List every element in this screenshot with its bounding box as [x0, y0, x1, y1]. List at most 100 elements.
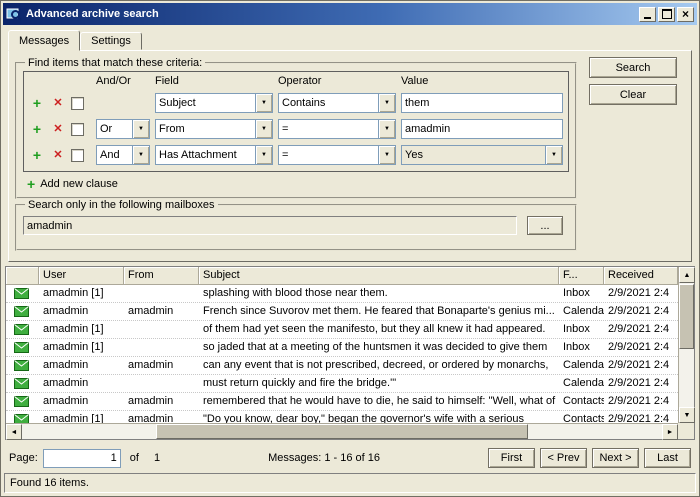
- chevron-down-icon[interactable]: ▼: [545, 146, 562, 164]
- field-select[interactable]: Subject ▼: [155, 93, 273, 113]
- column-header-operator: Operator: [278, 75, 396, 87]
- cell-from: [124, 375, 199, 392]
- and-or-select[interactable]: And ▼: [96, 145, 150, 165]
- clear-button[interactable]: Clear: [589, 84, 677, 105]
- chevron-down-icon[interactable]: ▼: [255, 120, 272, 138]
- field-select-value: Has Attachment: [156, 146, 255, 164]
- first-page-button[interactable]: First: [488, 448, 535, 468]
- scroll-right-icon: ►: [667, 429, 674, 436]
- field-select[interactable]: Has Attachment ▼: [155, 145, 273, 165]
- remove-row-icon[interactable]: ✕: [50, 122, 66, 136]
- cell-subject: so jaded that at a meeting of the huntsm…: [199, 339, 559, 356]
- column-header-user[interactable]: User: [39, 267, 124, 285]
- chevron-down-icon[interactable]: ▼: [132, 120, 149, 138]
- table-row[interactable]: amadmin [1] so jaded that at a meeting o…: [6, 339, 678, 357]
- chevron-down-icon[interactable]: ▼: [255, 94, 272, 112]
- cell-subject: French since Suvorov met them. He feared…: [199, 303, 559, 320]
- operator-select-value: Contains: [279, 94, 378, 112]
- cell-from: amadmin: [124, 393, 199, 410]
- and-or-select[interactable]: Or ▼: [96, 119, 150, 139]
- column-header-value: Value: [401, 75, 563, 87]
- tab-messages[interactable]: Messages: [8, 30, 80, 51]
- cell-from: [124, 285, 199, 302]
- mailboxes-input[interactable]: [23, 216, 517, 235]
- table-row[interactable]: amadmin [1] of them had yet seen the man…: [6, 321, 678, 339]
- messages-tab-panel: Find items that match these criteria: An…: [8, 50, 692, 262]
- column-header-icon[interactable]: [6, 267, 39, 285]
- table-row[interactable]: amadmin [1] amadmin "Do you know, dear b…: [6, 411, 678, 423]
- column-header-subject[interactable]: Subject: [199, 267, 559, 285]
- horizontal-scroll-track[interactable]: [22, 424, 662, 439]
- cell-subject: remembered that he would have to die, he…: [199, 393, 559, 410]
- field-select[interactable]: From ▼: [155, 119, 273, 139]
- tab-settings[interactable]: Settings: [80, 32, 142, 50]
- chevron-down-icon[interactable]: ▼: [255, 146, 272, 164]
- minimize-button[interactable]: [639, 7, 656, 22]
- operator-select[interactable]: = ▼: [278, 119, 396, 139]
- prev-page-button[interactable]: < Prev: [540, 448, 587, 468]
- column-header-field: Field: [155, 75, 273, 87]
- browse-mailboxes-button[interactable]: ...: [527, 216, 563, 235]
- value-select-disabled[interactable]: Yes ▼: [401, 145, 563, 165]
- cell-folder: Inbox: [559, 339, 604, 356]
- cell-folder: Inbox: [559, 285, 604, 302]
- maximize-icon: [662, 9, 672, 19]
- cell-subject: of them had yet seen the manifesto, but …: [199, 321, 559, 338]
- remove-row-icon[interactable]: ✕: [50, 96, 66, 110]
- cell-subject: "Do you know, dear boy," began the gover…: [199, 411, 559, 423]
- scroll-down-button[interactable]: ▼: [679, 407, 695, 423]
- envelope-icon: [6, 303, 39, 320]
- remove-row-icon[interactable]: ✕: [50, 148, 66, 162]
- cell-user: amadmin: [39, 375, 124, 392]
- results-content: User From Subject F... Received amadmin …: [6, 267, 678, 423]
- cell-user: amadmin: [39, 393, 124, 410]
- chevron-down-icon[interactable]: ▼: [378, 146, 395, 164]
- chevron-down-icon[interactable]: ▼: [132, 146, 149, 164]
- next-page-button[interactable]: Next >: [592, 448, 639, 468]
- table-row[interactable]: amadmin amadmin can any event that is no…: [6, 357, 678, 375]
- table-row[interactable]: amadmin amadmin French since Suvorov met…: [6, 303, 678, 321]
- scroll-right-button[interactable]: ►: [662, 424, 678, 440]
- table-row[interactable]: amadmin [1] splashing with blood those n…: [6, 285, 678, 303]
- horizontal-scrollbar[interactable]: ◄ ►: [6, 423, 678, 439]
- vertical-scroll-track[interactable]: [679, 283, 694, 407]
- add-row-icon[interactable]: +: [29, 96, 45, 110]
- column-header-received[interactable]: Received: [604, 267, 678, 285]
- results-header-row: User From Subject F... Received: [6, 267, 678, 285]
- page-number-input[interactable]: [43, 449, 121, 468]
- column-header-from[interactable]: From: [124, 267, 199, 285]
- envelope-icon: [6, 321, 39, 338]
- close-button[interactable]: ×: [677, 7, 694, 22]
- scroll-left-button[interactable]: ◄: [6, 424, 22, 440]
- row-checkbox[interactable]: [71, 149, 84, 162]
- horizontal-scroll-thumb[interactable]: [156, 424, 527, 439]
- last-page-button[interactable]: Last: [644, 448, 691, 468]
- vertical-scrollbar[interactable]: ▲ ▼: [678, 267, 694, 423]
- operator-select[interactable]: Contains ▼: [278, 93, 396, 113]
- add-row-icon[interactable]: +: [29, 122, 45, 136]
- scroll-up-button[interactable]: ▲: [679, 267, 695, 283]
- table-row[interactable]: amadmin must return quickly and fire the…: [6, 375, 678, 393]
- cell-folder: Contacts: [559, 411, 604, 423]
- row-checkbox[interactable]: [71, 123, 84, 136]
- search-button[interactable]: Search: [589, 57, 677, 78]
- operator-select[interactable]: = ▼: [278, 145, 396, 165]
- cell-user: amadmin: [39, 303, 124, 320]
- add-row-icon[interactable]: +: [29, 148, 45, 162]
- value-input[interactable]: [401, 93, 563, 113]
- value-input[interactable]: [401, 119, 563, 139]
- add-new-clause-link[interactable]: + Add new clause: [23, 177, 569, 191]
- chevron-down-icon[interactable]: ▼: [378, 94, 395, 112]
- row-checkbox[interactable]: [71, 97, 84, 110]
- action-buttons: Search Clear: [589, 57, 685, 253]
- maximize-button[interactable]: [658, 7, 675, 22]
- page-of-label: of: [130, 452, 139, 464]
- status-bar: Found 16 items.: [4, 473, 696, 493]
- page-label: Page:: [9, 452, 38, 464]
- chevron-down-icon[interactable]: ▼: [378, 120, 395, 138]
- table-row[interactable]: amadmin amadmin remembered that he would…: [6, 393, 678, 411]
- add-icon: +: [27, 177, 35, 191]
- vertical-scroll-thumb[interactable]: [679, 284, 694, 348]
- column-header-folder[interactable]: F...: [559, 267, 604, 285]
- titlebar-buttons: ×: [639, 7, 694, 22]
